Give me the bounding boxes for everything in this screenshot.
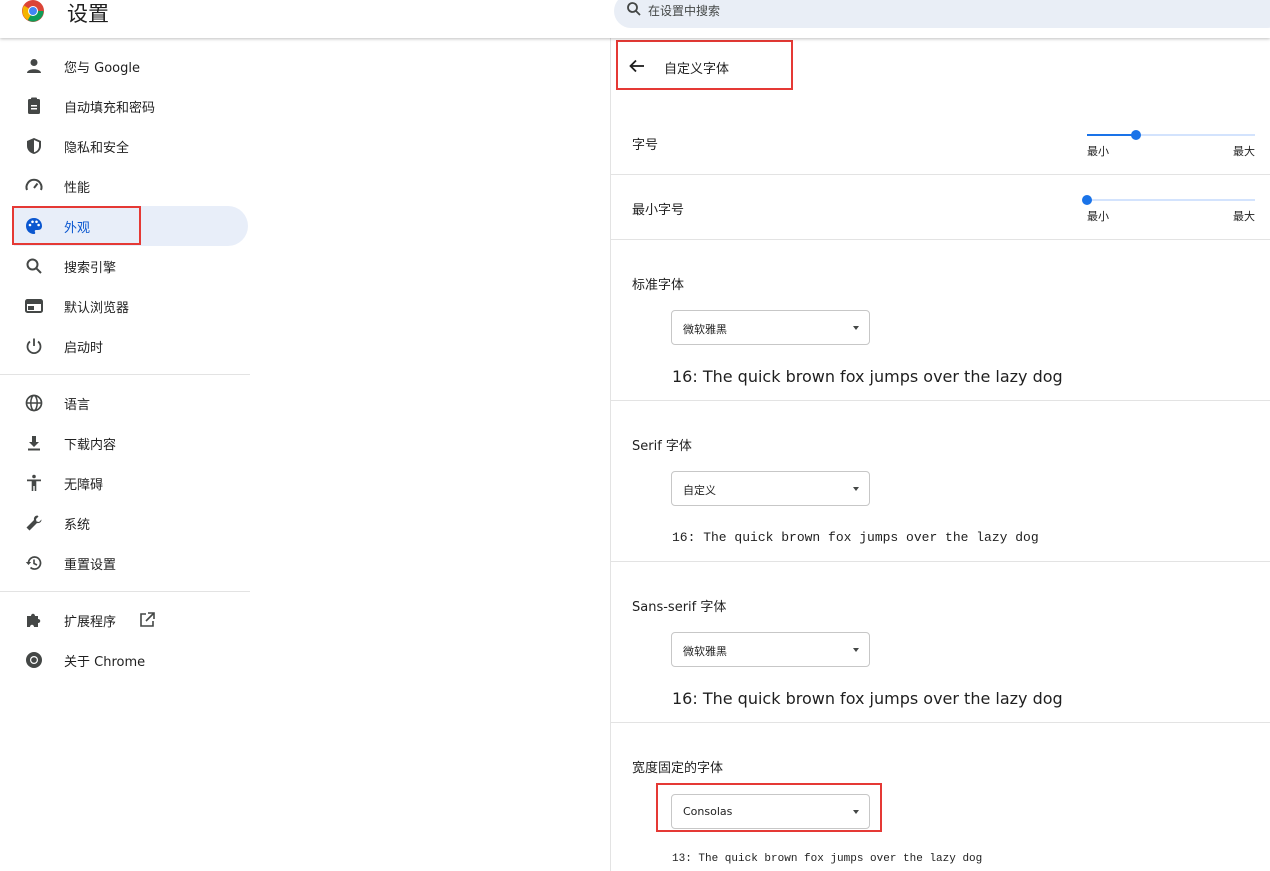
select-value: 微软雅黑 [683, 645, 727, 658]
sidebar-item-label: 搜索引擎 [64, 261, 117, 276]
slider-max-label: 最大 [1233, 210, 1255, 223]
sidebar-item-label: 重置设置 [64, 558, 117, 573]
shield-icon [27, 138, 41, 154]
sidebar-item-label: 隐私和安全 [64, 141, 130, 156]
slider-max-label: 最大 [1233, 145, 1255, 158]
search-icon [26, 258, 42, 274]
browser-icon [25, 299, 43, 313]
sidebar-item-label: 语言 [64, 398, 91, 413]
sidebar-item-you-and-google[interactable]: 您与 Google [14, 46, 248, 86]
panel-title: 自定义字体 [664, 62, 730, 77]
row-divider [611, 722, 1270, 723]
standard-font-select[interactable]: 微软雅黑 [671, 310, 870, 345]
sidebar-divider [0, 591, 250, 592]
chrome-icon [26, 652, 42, 668]
row-divider [611, 561, 1270, 562]
sidebar-item-system[interactable]: 系统 [14, 503, 248, 543]
sidebar-item-label: 下载内容 [64, 438, 117, 453]
sans-serif-font-select[interactable]: 微软雅黑 [671, 632, 870, 667]
sidebar-divider [0, 374, 250, 375]
sidebar-item-label: 启动时 [64, 341, 104, 356]
external-link-icon[interactable] [137, 610, 157, 630]
sidebar-item-autofill[interactable]: 自动填充和密码 [14, 86, 248, 126]
sidebar-item-label: 自动填充和密码 [64, 101, 156, 116]
serif-font-sample: 16: The quick brown fox jumps over the l… [672, 530, 1039, 545]
sidebar-item-label: 默认浏览器 [64, 301, 130, 316]
slider-min-label: 最小 [1087, 145, 1109, 158]
sidebar-item-about-chrome[interactable]: 关于 Chrome [14, 640, 248, 680]
row-divider [611, 239, 1270, 240]
sans-serif-font-label: Sans-serif 字体 [632, 600, 727, 615]
sans-serif-font-sample: 16: The quick brown fox jumps over the l… [672, 689, 1063, 708]
page-title: 设置 [67, 2, 109, 26]
row-divider [611, 174, 1270, 175]
highlight-box [656, 783, 882, 832]
sidebar-item-label: 扩展程序 [64, 615, 117, 630]
power-icon [26, 338, 42, 355]
sidebar-item-on-startup[interactable]: 启动时 [14, 326, 248, 366]
sidebar-item-accessibility[interactable]: 无障碍 [14, 463, 248, 503]
slider-knob[interactable] [1082, 195, 1092, 205]
slider-knob[interactable] [1130, 130, 1141, 140]
select-value: 微软雅黑 [683, 323, 727, 336]
accessibility-icon [27, 474, 41, 491]
slider-fill [1087, 134, 1136, 136]
sidebar-item-extensions[interactable]: 扩展程序 [14, 600, 248, 640]
search-icon [627, 2, 641, 16]
slider-min-label: 最小 [1087, 210, 1109, 223]
search-input[interactable]: 在设置中搜索 [648, 2, 720, 19]
wrench-icon [26, 515, 42, 531]
sidebar-item-label: 您与 Google [64, 61, 140, 76]
chrome-logo-icon [22, 0, 44, 22]
sidebar-item-privacy[interactable]: 隐私和安全 [14, 126, 248, 166]
clipboard-icon [28, 97, 40, 114]
back-arrow-icon[interactable] [628, 57, 646, 75]
dropdown-arrow-icon [853, 487, 859, 491]
standard-font-sample: 16: The quick brown fox jumps over the l… [672, 367, 1063, 386]
font-size-slider[interactable]: 最小 最大 [1087, 127, 1255, 158]
highlight-box [12, 206, 141, 245]
standard-font-label: 标准字体 [632, 278, 685, 293]
fixed-width-font-sample: 13: The quick brown fox jumps over the l… [672, 853, 983, 865]
sidebar-item-default-browser[interactable]: 默认浏览器 [14, 286, 248, 326]
font-size-label: 字号 [632, 138, 659, 153]
sidebar-item-performance[interactable]: 性能 [14, 166, 248, 206]
dropdown-arrow-icon [853, 326, 859, 330]
min-font-size-label: 最小字号 [632, 203, 685, 218]
sidebar-item-downloads[interactable]: 下载内容 [14, 423, 248, 463]
sidebar-item-search-engine[interactable]: 搜索引擎 [14, 246, 248, 286]
sidebar-item-label: 关于 Chrome [64, 655, 146, 670]
history-icon [25, 556, 42, 570]
speedometer-icon [25, 178, 43, 191]
serif-font-label: Serif 字体 [632, 439, 692, 454]
select-value: 自定义 [683, 484, 716, 497]
dropdown-arrow-icon [853, 648, 859, 652]
sidebar-item-label: 性能 [64, 181, 91, 196]
sidebar-item-label: 系统 [64, 518, 91, 533]
download-icon [28, 436, 40, 451]
sidebar-item-reset-settings[interactable]: 重置设置 [14, 543, 248, 583]
sidebar-item-label: 无障碍 [64, 478, 104, 493]
slider-track [1087, 199, 1255, 201]
sidebar-item-languages[interactable]: 语言 [14, 383, 248, 423]
min-font-size-slider[interactable]: 最小 最大 [1082, 192, 1255, 223]
person-icon [27, 59, 41, 73]
globe-icon [25, 394, 43, 412]
serif-font-select[interactable]: 自定义 [671, 471, 870, 506]
puzzle-icon [27, 613, 41, 627]
row-divider [611, 400, 1270, 401]
fixed-width-font-label: 宽度固定的字体 [632, 761, 724, 776]
custom-fonts-panel [610, 38, 1270, 871]
